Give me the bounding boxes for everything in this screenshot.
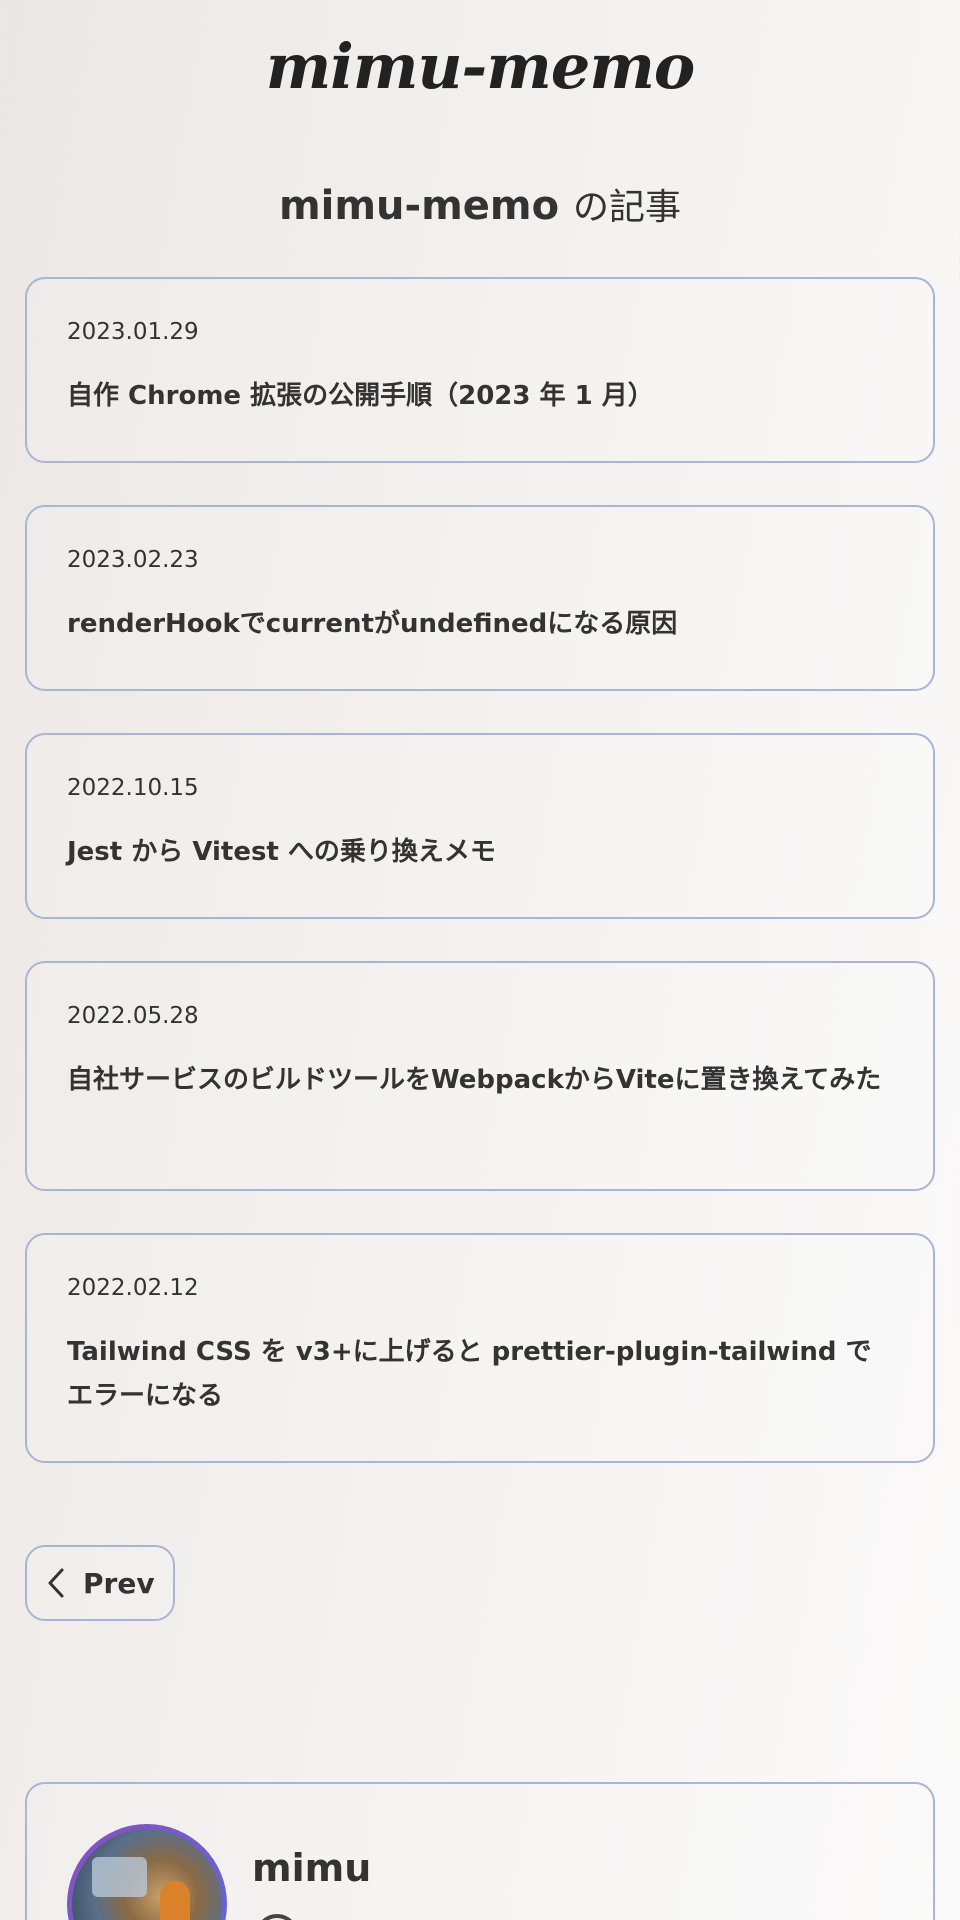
author-profile-card: mimu (25, 1782, 935, 1920)
avatar (67, 1824, 227, 1920)
article-date: 2023.01.29 (67, 319, 199, 345)
article-title[interactable]: 自作 Chrome 拡張の公開手順（2023 年 1 月） (67, 374, 893, 418)
author-name: mimu (252, 1846, 372, 1890)
article-card[interactable]: 2022.10.15 Jest から Vitest への乗り換えメモ (25, 733, 935, 919)
article-card[interactable]: 2022.05.28 自社サービスのビルドツールをWebpackからViteに置… (25, 961, 935, 1191)
article-title[interactable]: Tailwind CSS を v3+に上げると prettier-plugin-… (67, 1330, 893, 1418)
page-title-blog-name: mimu-memo (278, 183, 560, 229)
prev-page-label: Prev (83, 1566, 155, 1600)
social-link-icon[interactable] (255, 1914, 299, 1920)
site-logo[interactable]: mimu-memo (0, 30, 960, 103)
article-title[interactable]: 自社サービスのビルドツールをWebpackからViteに置き換えてみた (67, 1058, 893, 1102)
prev-page-button[interactable]: Prev (25, 1545, 175, 1621)
article-date: 2022.05.28 (67, 1003, 199, 1029)
article-title[interactable]: renderHookでcurrentがundefinedになる原因 (67, 602, 893, 646)
article-date: 2022.10.15 (67, 775, 199, 801)
page-title: mimu-memo の記事 (0, 178, 960, 230)
article-date: 2022.02.12 (67, 1275, 199, 1301)
article-title[interactable]: Jest から Vitest への乗り換えメモ (67, 830, 893, 874)
article-card[interactable]: 2023.01.29 自作 Chrome 拡張の公開手順（2023 年 1 月） (25, 277, 935, 463)
chevron-left-icon (41, 1566, 71, 1600)
article-card[interactable]: 2022.02.12 Tailwind CSS を v3+に上げると prett… (25, 1233, 935, 1463)
article-date: 2023.02.23 (67, 547, 199, 573)
page-title-suffix: の記事 (573, 187, 682, 228)
article-card[interactable]: 2023.02.23 renderHookでcurrentがundefinedに… (25, 505, 935, 691)
